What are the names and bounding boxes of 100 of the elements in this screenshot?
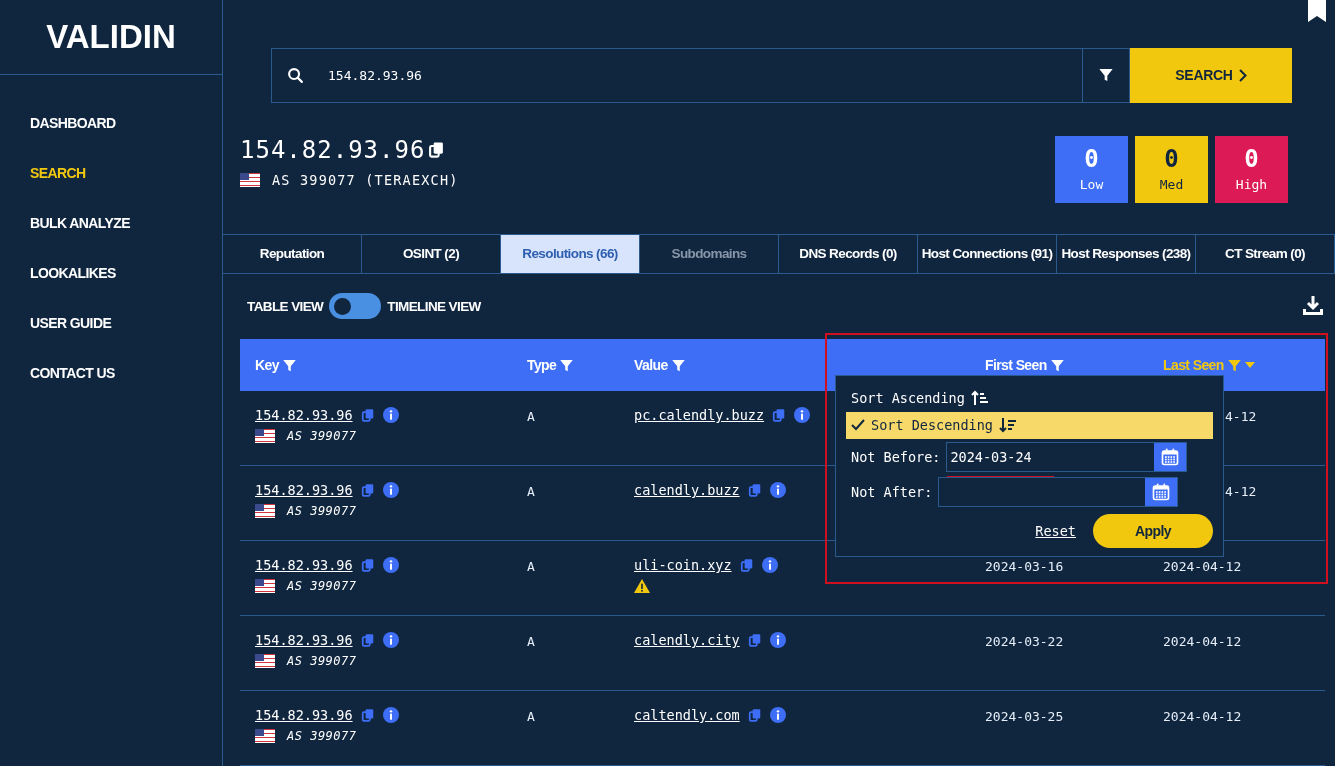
type-cell: A: [527, 484, 535, 499]
info-icon[interactable]: [761, 557, 778, 573]
date-cell-text: 4-12: [1224, 484, 1257, 499]
date-cell: 2024-03-25: [985, 709, 1064, 724]
risk-badge: 0 High: [1215, 135, 1288, 203]
date-cell: 2024-04-12: [1163, 709, 1242, 724]
sort-option[interactable]: Sort Ascending: [846, 384, 1213, 412]
type-cell: A: [527, 634, 535, 649]
date-field[interactable]: 2024-03-24: [947, 442, 1155, 471]
type-cell: A: [527, 409, 535, 424]
filter-icon: [559, 357, 575, 373]
date-field-frame[interactable]: [938, 477, 1179, 508]
caret-icon: [1244, 362, 1255, 368]
info-icon[interactable]: [382, 632, 399, 648]
nav-link[interactable]: BULK ANALYZE: [30, 213, 222, 233]
nav-link[interactable]: CONTACT US: [30, 363, 222, 383]
date-cell: 2024-03-16: [985, 559, 1064, 574]
key-link[interactable]: 154.82.93.96: [255, 707, 353, 723]
filter-icon: [1049, 357, 1065, 373]
value-link[interactable]: caltendly.com: [634, 707, 740, 723]
column-header[interactable]: Type: [527, 357, 557, 373]
info-icon[interactable]: [382, 482, 399, 498]
calendar-button[interactable]: [1145, 478, 1178, 507]
date-cell: 2024-03-22: [985, 634, 1064, 649]
filter-icon: [281, 357, 297, 373]
date-cell: 2024-04-12: [1163, 559, 1242, 574]
field-label: Not Before:: [851, 448, 941, 465]
tab[interactable]: CT Stream (0): [1196, 234, 1335, 273]
nav-link[interactable]: SEARCH: [30, 163, 222, 183]
tab[interactable]: DNS Records (0): [779, 234, 918, 273]
nav-link[interactable]: USER GUIDE: [30, 313, 222, 333]
asn-label: AS 399077 (TERAEXCH): [272, 171, 459, 188]
value-link[interactable]: calendly.city: [634, 632, 740, 648]
column-header[interactable]: First Seen: [985, 357, 1047, 373]
bookmark-icon[interactable]: [1308, 0, 1326, 22]
chevron-icon: [1238, 68, 1247, 82]
type-cell: A: [527, 709, 535, 724]
column-header[interactable]: Key: [255, 357, 279, 373]
toggle-label: TIMELINE VIEW: [387, 298, 481, 314]
search-bar[interactable]: 154.82.93.96: [271, 48, 1082, 103]
sort-descending-icon: [998, 417, 1017, 434]
view-switch[interactable]: [329, 293, 382, 320]
filter-icon: [1098, 67, 1114, 84]
date-cell-text: 4-12: [1224, 409, 1257, 424]
info-icon[interactable]: [382, 707, 399, 723]
flag-icon: [255, 579, 275, 593]
info-icon[interactable]: [794, 407, 811, 423]
flag-icon: [255, 429, 275, 443]
apply-button[interactable]: Apply: [1093, 514, 1213, 548]
calendar-button[interactable]: [1154, 442, 1187, 471]
value-link[interactable]: uli-coin.xyz: [634, 557, 732, 573]
asn-label: AS 399077: [287, 654, 357, 668]
field-label: Not After:: [851, 484, 933, 501]
copy-icon[interactable]: [428, 141, 446, 159]
asn-label: AS 399077: [287, 729, 357, 743]
flag-icon: [255, 504, 275, 518]
info-icon[interactable]: [382, 557, 399, 573]
tab[interactable]: Reputation: [223, 234, 362, 273]
warning-icon: [634, 579, 650, 593]
calendar-icon: [1160, 446, 1181, 467]
reset-link[interactable]: Reset: [1035, 523, 1076, 539]
tab[interactable]: Host Responses (238): [1057, 234, 1196, 273]
info-icon[interactable]: [769, 707, 786, 723]
key-link[interactable]: 154.82.93.96: [255, 557, 353, 573]
key-link[interactable]: 154.82.93.96: [255, 407, 353, 423]
value-link[interactable]: calendly.buzz: [634, 482, 740, 498]
asn-label: AS 399077: [287, 504, 357, 518]
calendar-icon: [1151, 482, 1172, 503]
filter-icon: [670, 357, 686, 373]
flag-icon: [255, 729, 275, 743]
logo: VALIDIN: [46, 18, 176, 56]
type-cell: A: [527, 559, 535, 574]
sort-option[interactable]: Sort Descending: [846, 411, 1213, 440]
search-icon: [287, 66, 304, 84]
search-button[interactable]: SEARCH: [1130, 48, 1292, 103]
key-link[interactable]: 154.82.93.96: [255, 482, 353, 498]
check-icon: [851, 419, 865, 432]
info-icon[interactable]: [769, 482, 786, 498]
info-icon[interactable]: [382, 407, 399, 423]
nav-link[interactable]: LOOKALIKES: [30, 263, 222, 283]
tab[interactable]: Host Connections (91): [918, 234, 1057, 273]
toggle-label: TABLE VIEW: [247, 298, 324, 314]
search-field[interactable]: 154.82.93.96: [326, 66, 926, 84]
sort-ascending-icon: [970, 389, 989, 406]
indicator-title: 154.82.93.96: [240, 135, 426, 164]
asn-label: AS 399077: [287, 429, 357, 443]
filter-button[interactable]: [1082, 48, 1130, 103]
key-link[interactable]: 154.82.93.96: [255, 632, 353, 648]
nav-link[interactable]: DASHBOARD: [30, 113, 222, 133]
info-icon[interactable]: [769, 632, 786, 648]
column-header[interactable]: Value: [634, 357, 668, 373]
value-link[interactable]: pc.calendly.buzz: [634, 407, 765, 423]
risk-badge: 0 Med: [1135, 135, 1208, 203]
filter-icon: [1226, 357, 1242, 373]
flag-icon: [255, 654, 275, 668]
tab[interactable]: Resolutions (66): [501, 234, 640, 273]
risk-badge: 0 Low: [1055, 135, 1128, 203]
flag-icon: [240, 172, 260, 187]
date-cell: 2024-04-12: [1163, 634, 1242, 649]
asn-label: AS 399077: [287, 579, 357, 593]
